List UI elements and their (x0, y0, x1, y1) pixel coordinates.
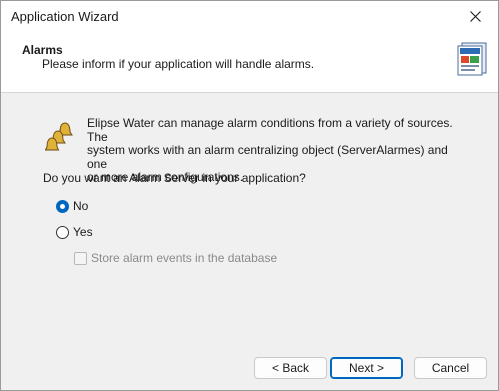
option-yes[interactable]: Yes (56, 225, 93, 239)
store-events-option: Store alarm events in the database (74, 251, 277, 265)
next-button[interactable]: Next > (330, 357, 403, 379)
no-radio[interactable] (56, 199, 69, 213)
option-no[interactable]: No (56, 199, 88, 213)
wizard-document-icon (457, 42, 487, 76)
description-line: system works with an alarm centralizing … (87, 143, 448, 171)
alarm-server-question: Do you want an Alarm Server in your appl… (43, 171, 306, 185)
back-button[interactable]: < Back (254, 357, 327, 379)
page-subtitle: Please inform if your application will h… (42, 57, 315, 71)
yes-radio[interactable] (56, 225, 69, 239)
close-icon (469, 11, 481, 22)
alarm-bells-icon (45, 122, 73, 151)
wizard-header: Alarms Please inform if your application… (1, 32, 498, 93)
cancel-button[interactable]: Cancel (414, 357, 487, 379)
no-label[interactable]: No (73, 199, 88, 213)
page-title: Alarms (22, 43, 63, 57)
store-events-checkbox (74, 251, 87, 265)
application-wizard-window: Application Wizard Alarms Please inform … (0, 0, 499, 391)
yes-label[interactable]: Yes (73, 225, 93, 239)
close-button[interactable] (452, 1, 498, 32)
store-events-label: Store alarm events in the database (91, 251, 278, 265)
title-bar: Application Wizard (1, 1, 498, 32)
description-line: Elipse Water can manage alarm conditions… (87, 116, 453, 144)
window-title: Application Wizard (11, 9, 119, 24)
